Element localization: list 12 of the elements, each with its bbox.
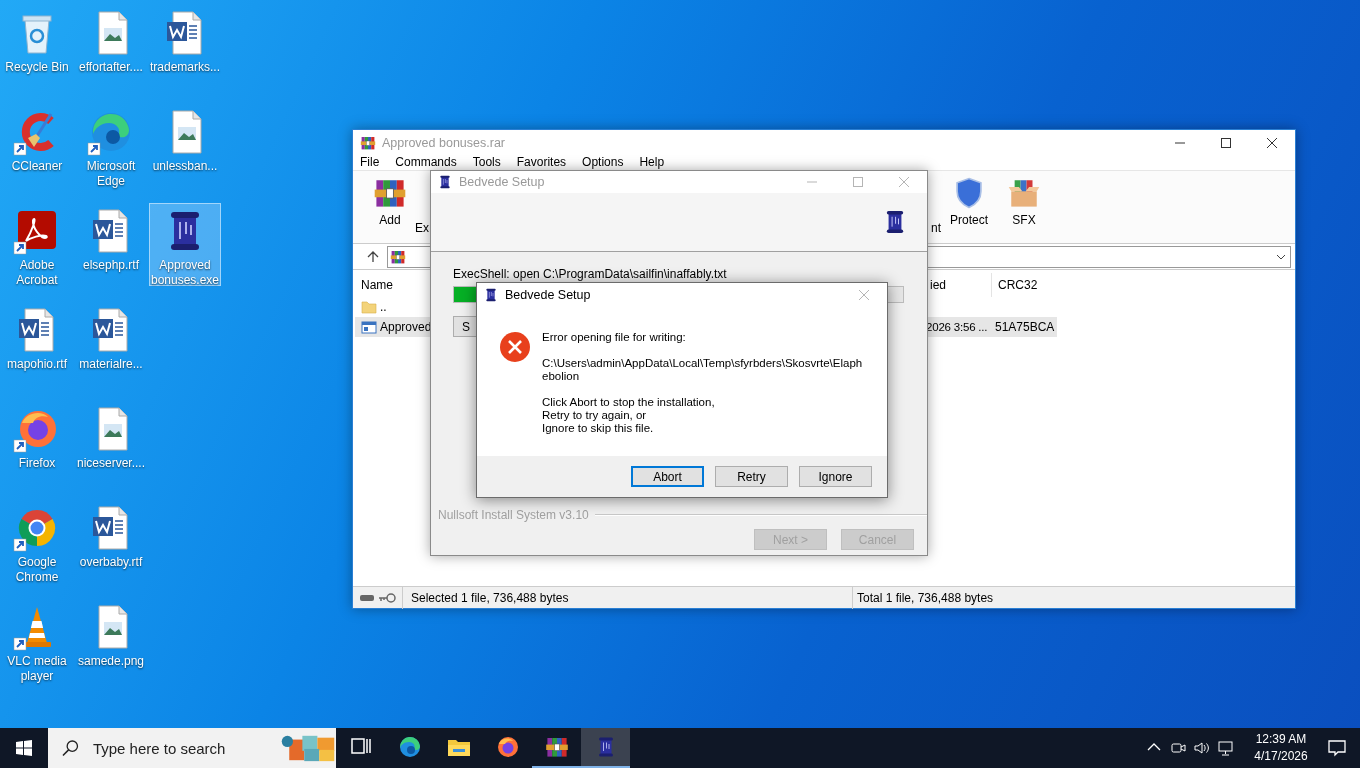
table-cell-text: 2026 3:56 ... [925,321,989,333]
message-text: Error opening file for writing: [542,331,687,344]
window-title: Bedvede Setup [459,175,546,189]
message-text: Click Abort to stop the installation, Retry to try again, or Ignore to skip this file. [542,396,716,435]
table-cell-text: 51A75BCA [994,320,1056,334]
message-text: C:\Users\admin\AppData\Local\Temp\sfyrbders\Skosvrte\Elaph ebolion [542,357,864,383]
window-title: Bedvede Setup [505,288,592,302]
status-text: Selected 1 file, 736,488 bytes [403,586,853,609]
branding-text: Nullsoft Install System v3.10 [438,508,589,522]
status-text: Total 1 file, 736,488 bytes [856,590,995,605]
window-title: Approved bonuses.rar [382,136,506,150]
status-text: ExecShell: open C:\ProgramData\sailfin\inaffably.txt [453,267,728,281]
